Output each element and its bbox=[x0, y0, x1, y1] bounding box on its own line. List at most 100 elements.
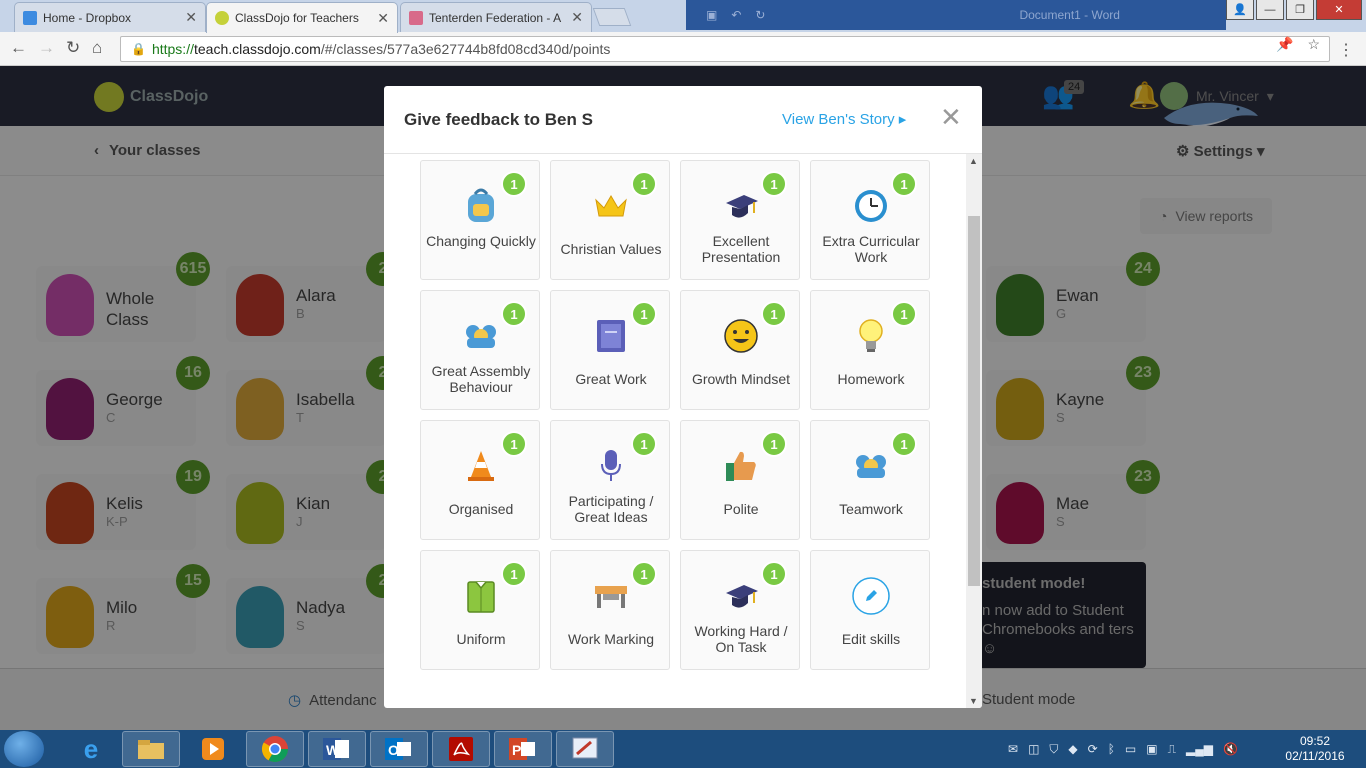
book-icon bbox=[592, 317, 630, 355]
view-story-link[interactable]: View Ben's Story ▸ bbox=[782, 110, 906, 128]
cone-icon bbox=[462, 447, 500, 485]
system-clock[interactable]: 09:52 02/11/2016 bbox=[1284, 734, 1346, 764]
bookmark-star-icon[interactable]: ☆ bbox=[1307, 36, 1320, 53]
word-doc-title: Document1 - Word bbox=[1019, 8, 1120, 22]
system-tray: ✉ ◫ ⛉ ◆ ⟳ ᛒ ▭ ▣ ⎍ ▂▄▆ 🔇 bbox=[1008, 742, 1238, 757]
site-icon bbox=[409, 10, 423, 25]
menu-icon[interactable]: ⋮ bbox=[1338, 40, 1354, 60]
skill-label: Organised bbox=[448, 501, 514, 517]
chrome-icon[interactable] bbox=[246, 731, 304, 767]
skill-label: Work Marking bbox=[567, 631, 655, 647]
skill-homework[interactable]: 1 Homework bbox=[810, 290, 930, 410]
skills-grid: 1 Changing Quickly 1 Christian Values 1 … bbox=[384, 154, 982, 708]
skill-label: Polite bbox=[723, 501, 759, 517]
points-badge: 1 bbox=[891, 431, 917, 457]
dropbox-icon bbox=[23, 10, 37, 25]
address-toolbar: ← → ↻ ⌂ 🔒 https://teach.classdojo.com/#/… bbox=[0, 32, 1366, 66]
bluetooth-icon[interactable]: ᛒ bbox=[1108, 742, 1115, 757]
tab-dropbox[interactable]: Home - Dropbox ✕ bbox=[14, 2, 206, 32]
skill-label: Growth Mindset bbox=[691, 371, 791, 387]
feedback-modal: Give feedback to Ben S View Ben's Story … bbox=[384, 86, 982, 708]
tab-close-icon[interactable]: ✕ bbox=[185, 9, 197, 26]
skill-label: Excellent Presentation bbox=[701, 233, 781, 265]
skill-working-hard-on-task[interactable]: 1 Working Hard / On Task bbox=[680, 550, 800, 670]
skill-great-assembly-behaviour[interactable]: 1 Great Assembly Behaviour bbox=[420, 290, 540, 410]
svg-text:O: O bbox=[388, 742, 399, 758]
windows-taskbar: e W O P ✉ ◫ ⛉ ◆ ⟳ ᛒ ▭ ▣ ⎍ ▂▄▆ 🔇 09:52 02… bbox=[0, 730, 1366, 768]
scroll-up-icon[interactable]: ▲ bbox=[969, 156, 978, 166]
background-word-window: ▣ ↶ ↻ Document1 - Word bbox=[686, 0, 1226, 30]
svg-text:P: P bbox=[512, 742, 521, 758]
acrobat-icon[interactable] bbox=[432, 731, 490, 767]
scroll-down-icon[interactable]: ▼ bbox=[969, 696, 978, 706]
graduation-cap-icon bbox=[722, 577, 760, 615]
points-badge: 1 bbox=[631, 561, 657, 587]
forward-arrow-icon[interactable]: → bbox=[38, 38, 55, 58]
pin-icon[interactable]: 📌 bbox=[1276, 36, 1293, 53]
back-arrow-icon[interactable]: ← bbox=[10, 38, 27, 58]
skill-work-marking[interactable]: 1 Work Marking bbox=[550, 550, 670, 670]
usb-icon[interactable]: ⎍ bbox=[1168, 742, 1176, 757]
outlook-tray-icon[interactable]: ◫ bbox=[1028, 742, 1039, 757]
edit-skills-button[interactable]: Edit skills bbox=[810, 550, 930, 670]
skill-extra-curricular-work[interactable]: 1 Extra Curricular Work bbox=[810, 160, 930, 280]
start-button[interactable] bbox=[4, 731, 44, 767]
home-icon[interactable]: ⌂ bbox=[92, 38, 102, 58]
skill-changing-quickly[interactable]: 1 Changing Quickly bbox=[420, 160, 540, 280]
modal-header: Give feedback to Ben S View Ben's Story … bbox=[384, 86, 982, 154]
sync-icon[interactable]: ⟳ bbox=[1088, 742, 1098, 757]
keyboard-icon[interactable]: ▭ bbox=[1125, 742, 1136, 757]
skill-participating-great-ideas[interactable]: 1 Participating / Great Ideas bbox=[550, 420, 670, 540]
skill-label: Participating / Great Ideas bbox=[568, 493, 654, 525]
dropbox-tray-icon[interactable]: ◆ bbox=[1068, 742, 1077, 757]
tab-title: Home - Dropbox bbox=[43, 10, 132, 25]
new-tab-button[interactable] bbox=[592, 8, 632, 26]
file-explorer-icon[interactable] bbox=[122, 731, 180, 767]
skill-polite[interactable]: 1 Polite bbox=[680, 420, 800, 540]
tab-classdojo[interactable]: ClassDojo for Teachers ✕ bbox=[206, 2, 398, 33]
shield-icon[interactable]: ⛉ bbox=[1049, 742, 1058, 757]
volume-muted-icon[interactable]: 🔇 bbox=[1223, 742, 1238, 757]
tab-title: ClassDojo for Teachers bbox=[235, 11, 359, 25]
skill-organised[interactable]: 1 Organised bbox=[420, 420, 540, 540]
points-badge: 1 bbox=[501, 561, 527, 587]
tab-tenterden[interactable]: Tenterden Federation - A ✕ bbox=[400, 2, 592, 32]
scrollbar-thumb[interactable] bbox=[968, 216, 980, 586]
tab-close-icon[interactable]: ✕ bbox=[571, 9, 583, 26]
mail-icon[interactable]: ✉ bbox=[1008, 742, 1018, 757]
skill-growth-mindset[interactable]: 1 Growth Mindset bbox=[680, 290, 800, 410]
network-icon[interactable]: ▂▄▆ bbox=[1186, 742, 1213, 757]
skill-uniform[interactable]: 1 Uniform bbox=[420, 550, 540, 670]
minimize-button[interactable]: — bbox=[1256, 0, 1284, 20]
modal-scrollbar[interactable]: ▲ ▼ bbox=[966, 154, 982, 708]
skill-label: Changing Quickly bbox=[426, 233, 536, 249]
user-icon[interactable]: 👤 bbox=[1226, 0, 1254, 20]
points-badge: 1 bbox=[501, 431, 527, 457]
outlook-icon[interactable]: O bbox=[370, 731, 428, 767]
word-icon[interactable]: W bbox=[308, 731, 366, 767]
skill-great-work[interactable]: 1 Great Work bbox=[550, 290, 670, 410]
reload-icon[interactable]: ↻ bbox=[66, 38, 80, 58]
url-input[interactable]: 🔒 https://teach.classdojo.com/#/classes/… bbox=[120, 36, 1330, 62]
save-icon: ▣ bbox=[706, 8, 718, 22]
close-button[interactable]: ✕ bbox=[1316, 0, 1362, 20]
internet-explorer-icon[interactable]: e bbox=[62, 731, 120, 767]
media-player-icon[interactable] bbox=[184, 731, 242, 767]
skill-teamwork[interactable]: 1 Teamwork bbox=[810, 420, 930, 540]
points-badge: 1 bbox=[761, 301, 787, 327]
powerpoint-icon[interactable]: P bbox=[494, 731, 552, 767]
skill-excellent-presentation[interactable]: 1 Excellent Presentation bbox=[680, 160, 800, 280]
classdojo-icon bbox=[215, 11, 229, 25]
tab-close-icon[interactable]: ✕ bbox=[377, 10, 389, 27]
url-path: /#/classes/577a3e627744b8fd08cd340d/poin… bbox=[320, 41, 611, 57]
maximize-button[interactable]: ❐ bbox=[1286, 0, 1314, 20]
points-badge: 1 bbox=[501, 301, 527, 327]
skill-christian-values[interactable]: 1 Christian Values bbox=[550, 160, 670, 280]
close-icon[interactable]: ✕ bbox=[940, 104, 962, 130]
svg-text:W: W bbox=[326, 742, 340, 758]
points-badge: 1 bbox=[501, 171, 527, 197]
display-icon[interactable]: ▣ bbox=[1146, 742, 1157, 757]
paint-icon[interactable] bbox=[556, 731, 614, 767]
points-badge: 1 bbox=[761, 171, 787, 197]
tab-title: Tenterden Federation - A bbox=[429, 10, 562, 25]
